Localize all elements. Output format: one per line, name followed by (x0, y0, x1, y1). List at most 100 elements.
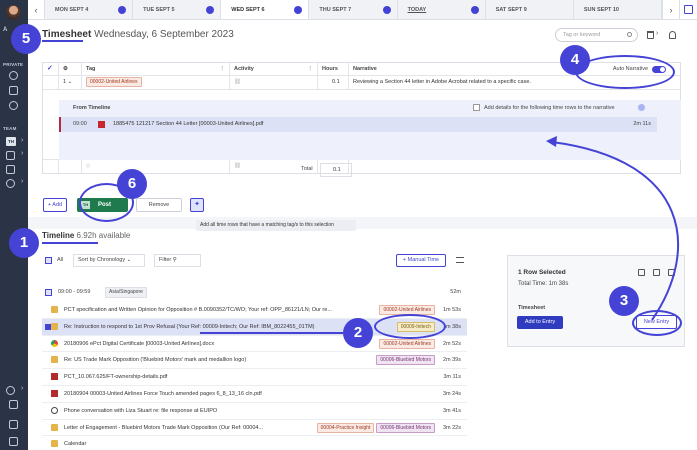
timeline-row-title: PCT specification and Written Opinion fo… (64, 307, 332, 313)
more-icon[interactable]: ⋮ (308, 63, 314, 75)
timeline-available: 6.92h available (76, 231, 131, 240)
date-tab[interactable]: SUN SEPT 10 (573, 0, 662, 19)
chevron-right-icon[interactable]: › (21, 385, 23, 392)
timeline-row-duration: 1m 53s (442, 307, 461, 313)
add-details-checkbox[interactable] (473, 104, 480, 111)
activity-header-label: Activity (234, 66, 254, 72)
timeline-row[interactable]: 20180904 00003-United Airlines Force Tou… (42, 386, 467, 403)
group-time-range: 09:00 - 09:59 (58, 289, 91, 295)
select-all-checkbox[interactable]: ✓ (43, 63, 59, 75)
filter-button[interactable]: Filter ⚲ (154, 254, 201, 267)
from-timeline-entry[interactable]: 09:00 1885475 121217 Section 44 Letter [… (59, 117, 657, 132)
timeline-toolbar: All Sort by Chronology ⌄ Filter ⚲ + Manu… (42, 254, 467, 268)
chevron-right-icon[interactable]: › (21, 178, 23, 185)
timeline-row-tags: 00002-United Airlines (379, 338, 435, 349)
hours-cell[interactable]: 0.1 (318, 76, 349, 89)
team-badge[interactable]: TH (6, 137, 16, 146)
trash-icon[interactable] (9, 437, 18, 446)
date-tab-label: SUN SEPT 10 (583, 7, 619, 13)
timeline-row[interactable]: Re: US Trade Mark Opposition ('Bluebird … (42, 352, 467, 370)
chevron-right-icon[interactable]: › (21, 137, 23, 144)
timesheet-label: Timesheet (518, 305, 546, 311)
bell-icon[interactable] (669, 31, 676, 39)
copy-icon[interactable] (638, 269, 645, 276)
more-icon[interactable]: ⋮ (220, 63, 226, 75)
timeline-row[interactable]: Letter of Engagement - Bluebird Motors T… (42, 420, 467, 437)
group-duration: 52m (450, 289, 461, 295)
magic-wand-button[interactable]: ✦ (190, 198, 204, 212)
date-tab[interactable]: THU SEPT 7 (309, 0, 398, 19)
folder-icon (51, 440, 58, 448)
date-tab[interactable]: MON SEPT 4 (45, 0, 134, 19)
calendar-button[interactable] (678, 0, 697, 19)
people-icon[interactable] (6, 165, 15, 174)
tag-pill[interactable]: 00004-Practice Insight (316, 422, 375, 433)
clock-icon[interactable] (9, 71, 18, 80)
activity-cell[interactable]: ⛓ (230, 76, 318, 89)
timeline-row-tags: 00006-Bluebird Motors (376, 355, 435, 366)
sort-dropdown[interactable]: Sort by Chronology ⌄ (73, 254, 145, 267)
chevron-right-icon[interactable]: › (21, 150, 23, 157)
progress-dot-icon (118, 6, 127, 14)
manual-time-button[interactable]: + Manual Time (396, 254, 446, 267)
row-index-label: 1 (63, 79, 67, 85)
timeline-row-title: Letter of Engagement - Bluebird Motors T… (64, 424, 264, 431)
settings-icon: ⚙ (63, 66, 68, 72)
add-to-entry-button[interactable]: Add to Entry (517, 316, 563, 329)
add-button[interactable]: + Add (43, 198, 67, 212)
cloud-icon[interactable] (6, 151, 15, 160)
timeline-row[interactable]: Calendar (42, 436, 467, 450)
timeline-row[interactable]: Phone conversation with Liza Stuart re: … (42, 403, 467, 420)
collapse-group-checkbox[interactable] (45, 289, 52, 296)
timeline-row-title: Phone conversation with Liza Stuart re: … (64, 407, 218, 414)
web-icon (51, 339, 58, 347)
avatar[interactable] (6, 5, 21, 20)
settings-column[interactable]: ⚙ (59, 63, 82, 75)
chevron-right-icon[interactable]: › (656, 30, 658, 37)
progress-dot-icon (382, 6, 391, 14)
trash-icon[interactable] (647, 31, 654, 39)
split-icon[interactable] (653, 269, 660, 276)
date-tab-today[interactable]: TODAY (397, 0, 486, 19)
tag-cell[interactable]: 00002-United Airlines (82, 76, 230, 89)
tag-pill[interactable]: 00006-Bluebird Motors (376, 355, 435, 366)
trash-icon[interactable] (668, 269, 675, 276)
remove-button[interactable]: Remove (136, 198, 182, 212)
hours-value: 0.1 (332, 79, 340, 85)
tag-column-header: Tag ⋮ (82, 63, 230, 75)
date-tab-label: SAT SEPT 9 (495, 7, 527, 13)
date-tab[interactable]: SAT SEPT 9 (485, 0, 574, 19)
folder-icon (51, 306, 58, 313)
entry-name: 1885475 121217 Section 44 Letter [00003-… (113, 121, 264, 127)
timeline-row-duration: 3m 24s (442, 390, 461, 397)
tag-pill[interactable]: 00006-Bluebird Motors (376, 422, 435, 433)
tag-pill[interactable]: 00002-United Airlines (86, 77, 142, 87)
date-tab-active[interactable]: WED SEPT 6 (221, 0, 310, 19)
settings-icon[interactable] (6, 179, 15, 188)
date-tab[interactable]: TUE SEPT 5 (133, 0, 222, 19)
help-icon[interactable] (6, 386, 15, 395)
chart-icon[interactable] (9, 86, 18, 95)
next-day-button[interactable]: › (661, 0, 679, 19)
timeline-group-header[interactable]: 09:00 - 09:59 Asia/Singapore 52m (42, 287, 467, 299)
row-index: 1 ⌄ (59, 76, 82, 89)
folder-icon (51, 322, 58, 330)
tag-pill[interactable]: 00002-United Airlines (379, 338, 435, 349)
timeline-row[interactable]: PCT_10.067.625/FT-ownership-details.pdf 3… (42, 369, 467, 386)
layout-icon[interactable] (9, 400, 18, 409)
activity-icon: ⛓ (234, 79, 241, 85)
folder-icon (51, 423, 58, 431)
hours-column-header: Hours (318, 63, 349, 75)
row-checkbox[interactable] (43, 76, 59, 89)
date-tab-label: WED SEPT 6 (231, 7, 265, 13)
timeline-row-duration: 3m 22s (442, 424, 461, 431)
select-all-checkbox[interactable] (45, 257, 52, 264)
info-icon[interactable] (638, 104, 645, 111)
annotation-underline (42, 40, 83, 42)
logout-icon[interactable] (9, 420, 18, 429)
prev-day-button[interactable]: ‹ (28, 0, 45, 19)
settings-icon[interactable] (9, 101, 18, 110)
chevron-down-icon[interactable]: ⌄ (68, 79, 73, 85)
search-input[interactable]: Tag or keyword (555, 28, 638, 42)
menu-icon[interactable] (456, 257, 464, 263)
